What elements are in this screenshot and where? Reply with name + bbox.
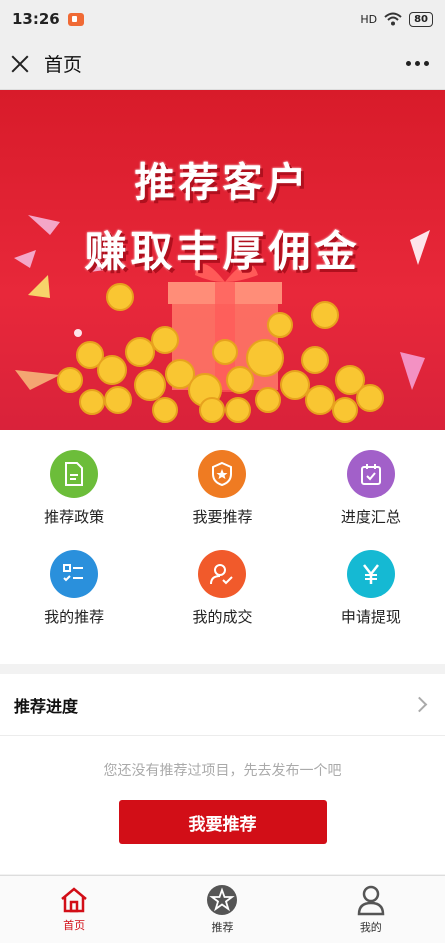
tab-label: 首页 [63, 919, 86, 932]
menu-label: 我的成交 [192, 608, 253, 626]
shield-star-icon [198, 450, 247, 498]
status-bar: 13:26 HD 80 [0, 0, 445, 38]
user-check-icon [198, 550, 247, 598]
menu-label: 申请提现 [340, 608, 401, 626]
menu-item-policy[interactable]: 推荐政策 [0, 450, 148, 550]
tab-label: 我的 [359, 921, 382, 934]
promo-banner[interactable]: 推荐客户 赚取丰厚佣金 [0, 90, 445, 430]
progress-title: 推荐进度 [14, 696, 79, 716]
close-icon[interactable] [10, 54, 30, 74]
screen-record-icon [67, 12, 84, 26]
feature-menu: 推荐政策 我要推荐 进度汇总 我的推荐 我的成交 申请提现 [0, 430, 445, 664]
tab-home[interactable]: 首页 [0, 876, 148, 943]
wifi-icon [384, 12, 402, 26]
star-icon [207, 885, 238, 915]
menu-item-progress[interactable]: 进度汇总 [297, 450, 445, 550]
menu-label: 我要推荐 [192, 508, 253, 526]
menu-label: 我的推荐 [44, 608, 105, 626]
tab-label: 推荐 [211, 921, 234, 934]
status-time: 13:26 [12, 10, 60, 28]
bottom-tabbar: 首页 推荐 我的 [0, 875, 445, 943]
battery-indicator: 80 [409, 11, 433, 27]
banner-headline: 推荐客户 [134, 160, 311, 206]
navbar: 首页 [0, 38, 445, 90]
document-icon [50, 450, 99, 498]
chevron-right-icon [411, 696, 428, 713]
menu-item-my-recommend[interactable]: 我的推荐 [0, 550, 148, 650]
checklist-icon [50, 550, 99, 598]
empty-state-text: 您还没有推荐过项目，先去发布一个吧 [103, 763, 342, 779]
menu-item-deals[interactable]: 我的成交 [148, 550, 296, 650]
menu-label: 推荐政策 [44, 508, 105, 526]
menu-label: 进度汇总 [340, 508, 401, 526]
network-label: HD [360, 12, 378, 26]
menu-item-withdraw[interactable]: 申请提现 [297, 550, 445, 650]
yen-icon [346, 550, 395, 598]
banner-subheadline: 赚取丰厚佣金 [84, 227, 361, 276]
tab-recommend[interactable]: 推荐 [148, 876, 296, 943]
more-icon[interactable] [406, 61, 435, 66]
recommend-progress-card: 推荐进度 您还没有推荐过项目，先去发布一个吧 我要推荐 [0, 674, 445, 874]
menu-item-recommend[interactable]: 我要推荐 [148, 450, 296, 550]
tab-mine[interactable]: 我的 [297, 876, 445, 943]
recommend-button[interactable]: 我要推荐 [118, 800, 327, 844]
person-icon [357, 885, 385, 916]
calendar-check-icon [346, 450, 395, 498]
home-icon [61, 887, 87, 913]
progress-header[interactable]: 推荐进度 [0, 674, 445, 736]
page-title: 首页 [44, 54, 83, 76]
